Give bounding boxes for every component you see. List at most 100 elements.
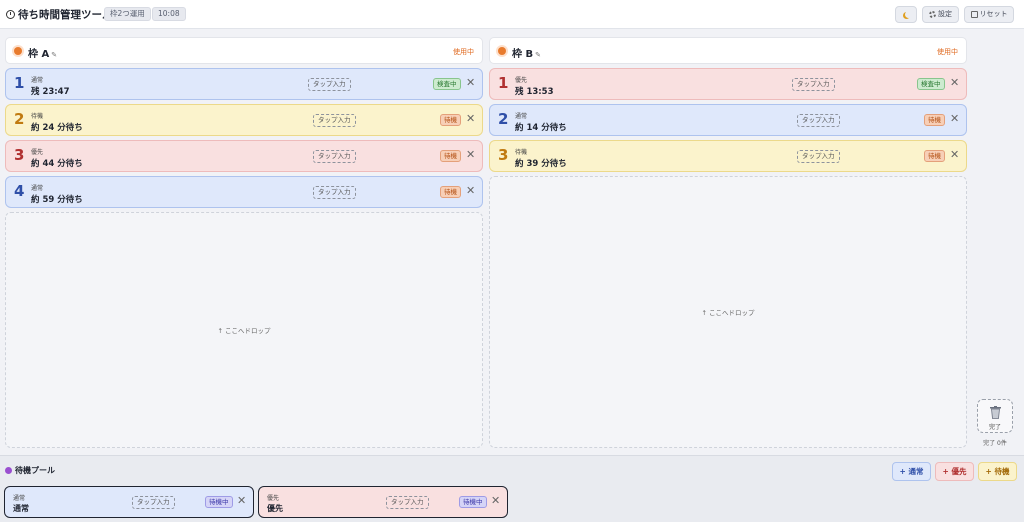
ticket-time: 約 39 分待ち	[515, 159, 567, 169]
add-normal-button[interactable]: + 通常	[892, 462, 931, 481]
ticket-type: 通常	[13, 495, 26, 502]
clock-chip: 10:08	[152, 7, 186, 21]
status-badge: 検査中	[917, 78, 945, 90]
status-badge: 待機中	[205, 496, 233, 508]
pool-ticket-card[interactable]: 通常 通常 タップ入力 待機中 ✕	[4, 486, 254, 518]
close-icon[interactable]: ✕	[466, 77, 475, 89]
ticket-number: 1	[14, 74, 25, 92]
reset-label: リセット	[979, 10, 1008, 18]
ticket-time: 約 14 分待ち	[515, 123, 567, 133]
ticket-time: 残 13:53	[515, 87, 554, 97]
pencil-icon[interactable]: ✎	[51, 51, 57, 59]
tap-input-field[interactable]: タップ入力	[308, 78, 351, 91]
pool-title-text: 待機プール	[15, 466, 55, 475]
reset-button[interactable]: リセット	[964, 6, 1014, 23]
done-label: 完了	[988, 424, 1001, 431]
add-priority-button[interactable]: + 優先	[935, 462, 974, 481]
tap-input-field[interactable]: タップ入力	[792, 78, 835, 91]
reset-icon	[970, 11, 978, 18]
trash-icon	[990, 406, 1001, 419]
settings-label: 設定	[938, 10, 952, 18]
ticket-type: 待機	[31, 113, 44, 120]
drop-zone[interactable]: ↑ ここへドロップ	[5, 212, 483, 448]
drop-zone[interactable]: ↑ ここへドロップ	[489, 176, 967, 448]
close-icon[interactable]: ✕	[466, 113, 475, 125]
ticket-time: 約 44 分待ち	[31, 159, 83, 169]
app-title: 待ち時間管理ツール	[6, 7, 113, 22]
close-icon[interactable]: ✕	[950, 113, 959, 125]
status-badge: 待機	[440, 114, 461, 126]
close-icon[interactable]: ✕	[950, 149, 959, 161]
drop-hint: ↑ ここへドロップ	[217, 327, 271, 335]
add-waiting-button[interactable]: + 待機	[978, 462, 1017, 481]
ticket-card[interactable]: 1 通常 残 23:47 タップ入力 検査中 ✕	[5, 68, 483, 100]
app-header: 待ち時間管理ツール 枠2つ運用 10:08 設定 リセット	[0, 0, 1024, 29]
column-b: 枠 B ✎ 使用中 1 優先 残 13:53 タップ入力 検査中 ✕ 2 通常 約…	[489, 37, 967, 448]
ticket-card[interactable]: 2 通常 約 14 分待ち タップ入力 待機 ✕	[489, 104, 967, 136]
status-badge: 待機	[440, 150, 461, 162]
ticket-type: 優先	[515, 77, 528, 84]
tap-input-field[interactable]: タップ入力	[797, 114, 840, 127]
ticket-number: 2	[14, 110, 25, 128]
status-badge: 待機	[440, 186, 461, 198]
close-icon[interactable]: ✕	[466, 149, 475, 161]
column-header: 枠 A ✎ 使用中	[5, 37, 483, 64]
ticket-time: 約 59 分待ち	[31, 195, 83, 205]
close-icon[interactable]: ✕	[491, 495, 500, 507]
close-icon[interactable]: ✕	[950, 77, 959, 89]
status-dot	[14, 47, 22, 55]
tap-input-field[interactable]: タップ入力	[132, 496, 175, 509]
ticket-type: 優先	[31, 149, 44, 156]
column-a: 枠 A ✎ 使用中 1 通常 残 23:47 タップ入力 検査中 ✕ 2 待機 約…	[5, 37, 483, 448]
tap-input-field[interactable]: タップ入力	[313, 150, 356, 163]
app-title-text: 待ち時間管理ツール	[18, 9, 113, 21]
ticket-card[interactable]: 4 通常 約 59 分待ち タップ入力 待機 ✕	[5, 176, 483, 208]
ticket-number: 4	[14, 182, 25, 200]
ticket-card[interactable]: 3 待機 約 39 分待ち タップ入力 待機 ✕	[489, 140, 967, 172]
ticket-type: 通常	[31, 77, 44, 84]
tap-input-field[interactable]: タップ入力	[313, 114, 356, 127]
ticket-card[interactable]: 1 優先 残 13:53 タップ入力 検査中 ✕	[489, 68, 967, 100]
ticket-type: 通常	[515, 113, 528, 120]
ticket-type: 優先	[267, 495, 280, 502]
theme-toggle-button[interactable]	[895, 6, 917, 23]
close-icon[interactable]: ✕	[466, 185, 475, 197]
pool-title: 待機プール	[5, 465, 55, 476]
done-drop-target[interactable]: 完了	[977, 399, 1013, 433]
ticket-number: 3	[498, 146, 509, 164]
tap-input-field[interactable]: タップ入力	[386, 496, 429, 509]
ticket-time: 残 23:47	[31, 87, 70, 97]
ticket-time: 約 24 分待ち	[31, 123, 83, 133]
pencil-icon[interactable]: ✎	[535, 51, 541, 59]
column-status: 使用中	[937, 48, 958, 56]
pool-ticket-card[interactable]: 優先 優先 タップ入力 待機中 ✕	[258, 486, 508, 518]
ticket-number: 1	[498, 74, 509, 92]
column-status: 使用中	[453, 48, 474, 56]
waiting-pool: 待機プール + 通常 + 優先 + 待機 通常 通常 タップ入力 待機中 ✕ 優…	[0, 455, 1024, 522]
ticket-number: 2	[498, 110, 509, 128]
settings-button[interactable]: 設定	[922, 6, 959, 23]
tap-input-field[interactable]: タップ入力	[313, 186, 356, 199]
column-header: 枠 B ✎ 使用中	[489, 37, 967, 64]
clock-icon	[6, 10, 15, 19]
moon-icon	[905, 11, 912, 18]
mode-chip: 枠2つ運用	[104, 7, 151, 21]
tap-input-field[interactable]: タップ入力	[797, 150, 840, 163]
done-count: 完了 0件	[983, 440, 1007, 447]
ticket-type: 通常	[31, 185, 44, 192]
gear-icon	[929, 11, 936, 18]
close-icon[interactable]: ✕	[237, 495, 246, 507]
ticket-type: 待機	[515, 149, 528, 156]
status-dot	[498, 47, 506, 55]
column-name[interactable]: 枠 B ✎	[512, 45, 541, 60]
ticket-name: 通常	[13, 504, 29, 513]
ticket-card[interactable]: 3 優先 約 44 分待ち タップ入力 待機 ✕	[5, 140, 483, 172]
status-badge: 待機中	[459, 496, 487, 508]
ticket-card[interactable]: 2 待機 約 24 分待ち タップ入力 待機 ✕	[5, 104, 483, 136]
ticket-number: 3	[14, 146, 25, 164]
pool-dot-icon	[5, 467, 12, 474]
ticket-name: 優先	[267, 504, 283, 513]
status-badge: 待機	[924, 150, 945, 162]
drop-hint: ↑ ここへドロップ	[701, 309, 755, 317]
column-name[interactable]: 枠 A ✎	[28, 45, 57, 60]
